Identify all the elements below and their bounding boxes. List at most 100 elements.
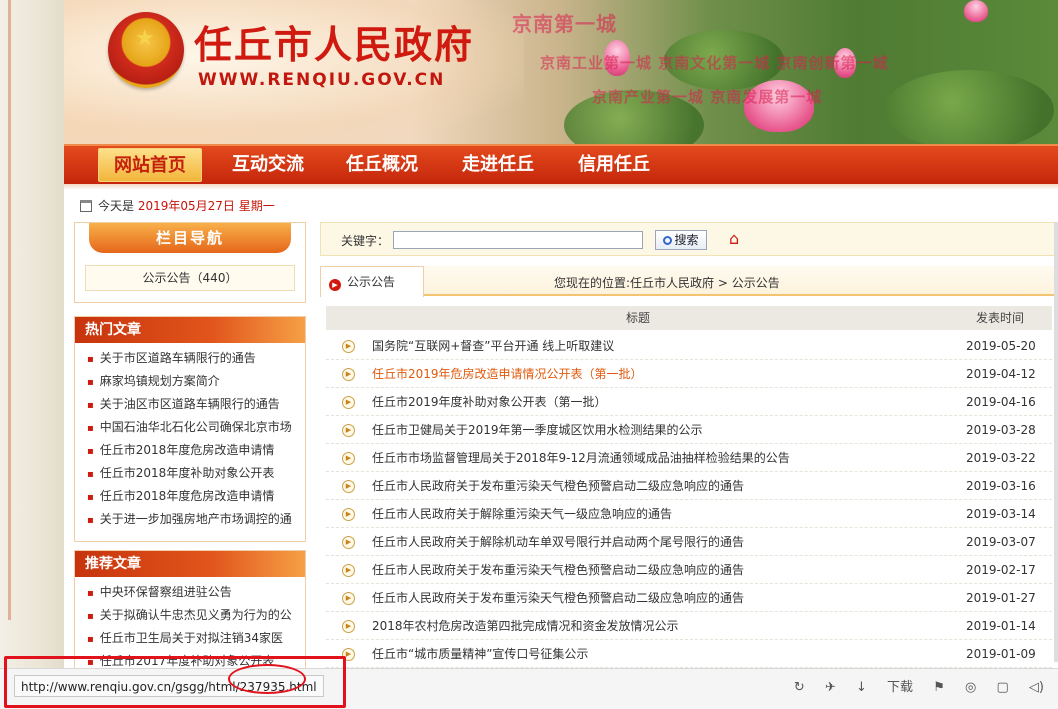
hot-article-item[interactable]: ▪ 关于市区道路车辆限行的通告 [87, 347, 293, 370]
date-value: 2019年05月27日 [137, 199, 235, 213]
search-button[interactable]: 搜索 [655, 230, 707, 250]
hot-article-item[interactable]: ▪ 关于油区市区道路车辆限行的通告 [87, 393, 293, 416]
content-tab-row: ▶ 公示公告 您现在的位置:任丘市人民政府 > 公示公告 [320, 266, 1058, 297]
search-icon [663, 236, 673, 245]
announcement-title-link[interactable]: 任丘市人民政府关于发布重污染天气橙色预警启动二级应急响应的通告 [372, 556, 932, 584]
hot-article-link[interactable]: 关于进一步加强房地产市场调控的通 [100, 512, 292, 526]
table-row[interactable]: ▶ 国务院“互联网+督查”平台开通 线上听取建议 2019-05-20 [326, 332, 1052, 360]
recommended-articles-title: 推荐文章 [75, 551, 305, 577]
nav-item-home[interactable]: 网站首页 [98, 148, 202, 182]
announcement-title-link[interactable]: 任丘市2019年度补助对象公开表（第一批） [372, 388, 932, 416]
breadcrumb: 您现在的位置:任丘市人民政府 > 公示公告 [554, 276, 780, 290]
arrow-circle-icon: ▶ [342, 620, 355, 633]
arrow-circle-icon: ▶ [342, 452, 355, 465]
recommended-article-link[interactable]: 任丘市卫生局关于对拟注销34家医 [100, 631, 283, 645]
hot-article-link[interactable]: 关于油区市区道路车辆限行的通告 [100, 397, 280, 411]
bookmark-icon[interactable]: ⚑ [933, 677, 945, 699]
search-bar: 关键字： 搜索 ⌂ [320, 222, 1058, 256]
column-nav-item-announcements[interactable]: 公示公告（440） [85, 265, 295, 291]
hot-article-item[interactable]: ▪ 关于进一步加强房地产市场调控的通 [87, 508, 293, 531]
home-icon[interactable]: ⌂ [729, 231, 739, 247]
scrollbar[interactable] [1054, 222, 1058, 662]
pin-icon[interactable]: ✈ [825, 677, 836, 699]
hot-article-link[interactable]: 中国石油华北石化公司确保北京市场 [100, 420, 292, 434]
arrow-circle-icon: ▶ [342, 396, 355, 409]
announcement-date: 2019-01-09 [966, 647, 1036, 661]
arrow-circle-icon: ▶ [342, 480, 355, 493]
table-row[interactable]: ▶ 任丘市卫健局关于2019年第一季度城区饮用水检测结果的公示 2019-03-28 [326, 416, 1052, 444]
table-row[interactable]: ▶ 任丘市人民政府关于发布重污染天气橙色预警启动二级应急响应的通告 2019-02-… [326, 556, 1052, 584]
announcement-title-link[interactable]: 任丘市人民政府关于发布重污染天气橙色预警启动二级应急响应的通告 [372, 584, 932, 612]
arrow-circle-icon: ▶ [342, 592, 355, 605]
search-input[interactable] [393, 231, 643, 249]
announcement-title-link[interactable]: 国务院“互联网+督查”平台开通 线上听取建议 [372, 332, 932, 360]
recommended-article-link[interactable]: 中央环保督察组进驻公告 [100, 585, 232, 599]
search-button-label: 搜索 [674, 233, 699, 247]
nav-shadow [64, 184, 1058, 190]
hot-article-item[interactable]: ▪ 麻家坞镇规划方案简介 [87, 370, 293, 393]
recommended-article-link[interactable]: 关于拟确认牛忠杰见义勇为行为的公 [100, 608, 292, 622]
column-header-title: 标题 [626, 311, 651, 325]
date-row: 今天是 2019年05月27日 星期一 [80, 196, 275, 216]
announcement-title-link[interactable]: 任丘市2019年危房改造申请情况公开表（第一批） [372, 360, 932, 388]
announcement-date: 2019-03-07 [966, 535, 1036, 549]
announcement-title-link[interactable]: 任丘市人民政府关于解除机动车单双号限行并启动两个尾号限行的通告 [372, 528, 932, 556]
hot-article-link[interactable]: 任丘市2018年度危房改造申请情 [100, 489, 275, 503]
volume-icon[interactable]: ◁) [1029, 677, 1044, 699]
bullet-icon: ▪ [87, 515, 94, 526]
announcement-title-link[interactable]: 任丘市“城市质量精神”宣传口号征集公示 [372, 640, 932, 668]
table-row[interactable]: ▶ 任丘市人民政府关于发布重污染天气橙色预警启动二级应急响应的通告 2019-03-… [326, 472, 1052, 500]
refresh-icon[interactable]: ↻ [794, 677, 805, 699]
table-row[interactable]: ▶ 任丘市人民政府关于解除机动车单双号限行并启动两个尾号限行的通告 2019-03-… [326, 528, 1052, 556]
lotus-bud-decoration [964, 0, 988, 22]
announcement-date: 2019-02-17 [966, 563, 1036, 577]
nav-item-interaction[interactable]: 互动交流 [222, 148, 314, 182]
arrow-circle-icon: ▶ [342, 536, 355, 549]
recommended-article-item[interactable]: ▪ 关于拟确认牛忠杰见义勇为行为的公 [87, 604, 293, 627]
hot-article-link[interactable]: 任丘市2018年度补助对象公开表 [100, 466, 275, 480]
header-banner: ★ 任丘市人民政府 WWW.RENQIU.GOV.CN 京南第一城 京南工业第一… [64, 0, 1058, 144]
arrow-circle-icon: ▶ [342, 564, 355, 577]
nav-item-explore[interactable]: 走进任丘 [452, 148, 544, 182]
nav-item-credit[interactable]: 信用任丘 [568, 148, 660, 182]
hot-article-link[interactable]: 关于市区道路车辆限行的通告 [100, 351, 256, 365]
table-row[interactable]: ▶ 2018年农村危房改造第四批完成情况和资金发放情况公示 2019-01-14 [326, 612, 1052, 640]
bullet-icon: ▪ [87, 611, 94, 622]
hot-article-item[interactable]: ▪ 中国石油华北石化公司确保北京市场 [87, 416, 293, 439]
announcement-date: 2019-03-28 [966, 423, 1036, 437]
table-row[interactable]: ▶ 任丘市2019年危房改造申请情况公开表（第一批） 2019-04-12 [326, 360, 1052, 388]
hot-article-link[interactable]: 任丘市2018年度危房改造申请情 [100, 443, 275, 457]
announcement-title-link[interactable]: 任丘市人民政府关于解除重污染天气一级应急响应的通告 [372, 500, 932, 528]
arrow-circle-icon: ▶ [342, 340, 355, 353]
announcement-title-link[interactable]: 任丘市市场监督管理局关于2018年9-12月流通领域成品油抽样检验结果的公告 [372, 444, 932, 472]
play-icon: ▶ [329, 279, 341, 291]
window-icon[interactable]: ▢ [996, 677, 1008, 699]
download-button[interactable]: ↓ 下载 [856, 677, 913, 699]
lotus-leaf-decoration [884, 70, 1054, 144]
site-title[interactable]: 任丘市人民政府 [194, 14, 474, 69]
table-row[interactable]: ▶ 任丘市“城市质量精神”宣传口号征集公示 2019-01-09 [326, 640, 1052, 668]
tab-announcements[interactable]: ▶ 公示公告 [320, 266, 424, 297]
browser-icon[interactable]: ◎ [965, 677, 976, 699]
announcement-title-link[interactable]: 任丘市人民政府关于发布重污染天气橙色预警启动二级应急响应的通告 [372, 472, 932, 500]
table-row[interactable]: ▶ 任丘市人民政府关于解除重污染天气一级应急响应的通告 2019-03-14 [326, 500, 1052, 528]
recommended-article-item[interactable]: ▪ 任丘市卫生局关于对拟注销34家医 [87, 627, 293, 650]
announcement-title-link[interactable]: 2018年农村危房改造第四批完成情况和资金发放情况公示 [372, 612, 932, 640]
table-row[interactable]: ▶ 任丘市2019年度补助对象公开表（第一批） 2019-04-16 [326, 388, 1052, 416]
table-row[interactable]: ▶ 任丘市市场监督管理局关于2018年9-12月流通领域成品油抽样检验结果的公告 2… [326, 444, 1052, 472]
hot-article-link[interactable]: 麻家坞镇规划方案简介 [100, 374, 220, 388]
announcement-list: ▶ 国务院“互联网+督查”平台开通 线上听取建议 2019-05-20 ▶ 任丘市201… [326, 332, 1052, 668]
announcement-date: 2019-03-22 [966, 451, 1036, 465]
announcement-title-link[interactable]: 任丘市卫健局关于2019年第一季度城区饮用水检测结果的公示 [372, 416, 932, 444]
recommended-article-item[interactable]: ▪ 中央环保督察组进驻公告 [87, 581, 293, 604]
bullet-icon: ▪ [87, 400, 94, 411]
hot-article-item[interactable]: ▪ 任丘市2018年度危房改造申请情 [87, 485, 293, 508]
nav-item-overview[interactable]: 任丘概况 [336, 148, 428, 182]
announcement-date: 2019-01-27 [966, 591, 1036, 605]
main-nav: 网站首页 互动交流 任丘概况 走进任丘 信用任丘 [64, 144, 1058, 184]
national-emblem-icon: ★ [108, 12, 184, 88]
hot-article-item[interactable]: ▪ 任丘市2018年度危房改造申请情 [87, 439, 293, 462]
hot-articles-title: 热门文章 [75, 317, 305, 343]
hot-article-item[interactable]: ▪ 任丘市2018年度补助对象公开表 [87, 462, 293, 485]
table-row[interactable]: ▶ 任丘市人民政府关于发布重污染天气橙色预警启动二级应急响应的通告 2019-01-… [326, 584, 1052, 612]
